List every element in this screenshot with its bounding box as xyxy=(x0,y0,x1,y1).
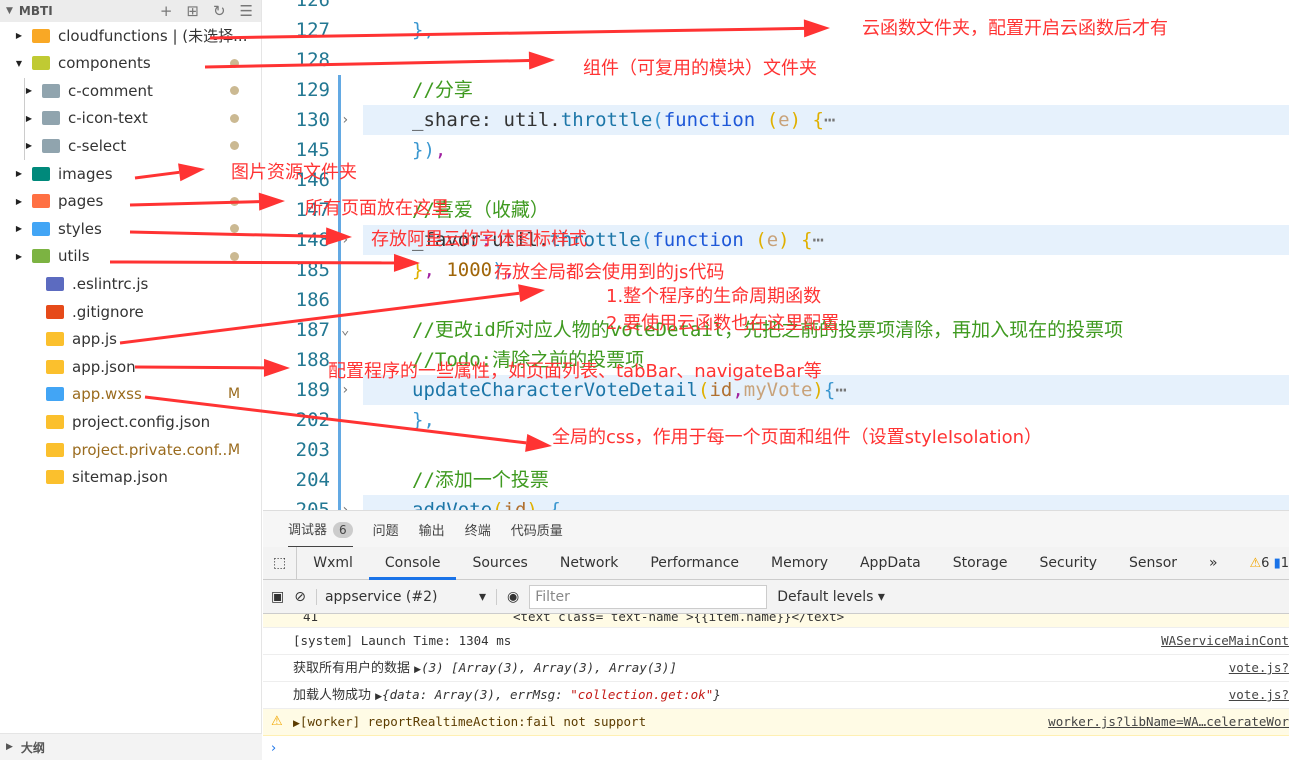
annotation-arrow xyxy=(209,19,830,40)
annotation-arrow xyxy=(134,358,290,377)
annotation-arrow xyxy=(129,192,285,211)
annotation-arrows xyxy=(109,19,830,452)
annotation-arrow xyxy=(119,284,545,345)
annotation-arrow xyxy=(134,163,205,182)
annotation-arrow xyxy=(204,51,555,70)
annotation-arrow xyxy=(109,253,420,272)
annotation-arrow xyxy=(129,227,352,246)
annotation-arrow xyxy=(144,395,552,452)
